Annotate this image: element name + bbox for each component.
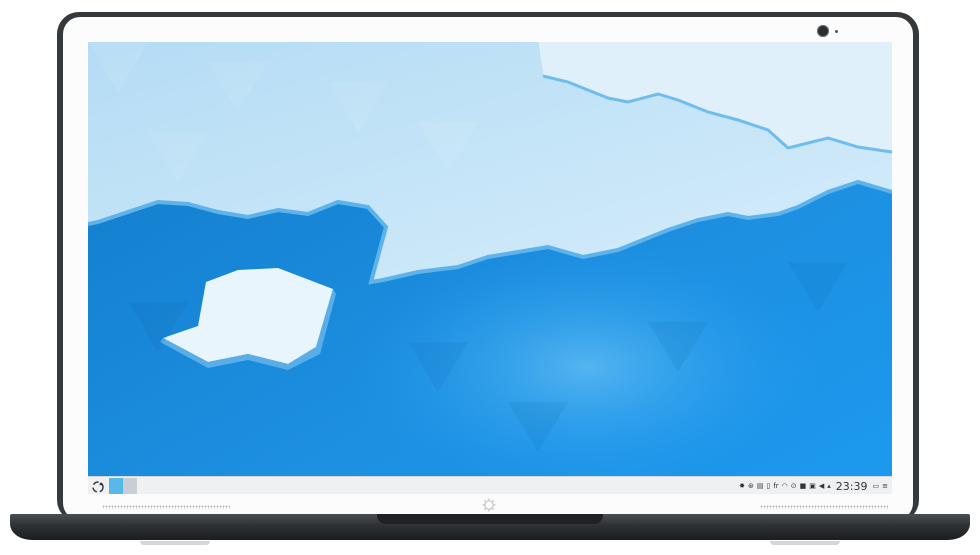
media-player-icon[interactable]: ⊙ bbox=[791, 482, 797, 490]
keyboard-layout-indicator[interactable]: fr bbox=[773, 482, 778, 490]
pager-desktop-2[interactable] bbox=[123, 478, 137, 494]
volume-icon[interactable]: ◀ bbox=[819, 482, 824, 490]
application-launcher-icon[interactable] bbox=[91, 479, 105, 493]
clipboard-icon[interactable]: ⊛ bbox=[748, 482, 754, 490]
laptop-hinge-notch bbox=[377, 514, 603, 524]
taskbar: ✸ ⊛ ▤ ▯ fr ◠ ⊙ ■ ▣ ◀ ▴ 23:39 ▭ ≡ bbox=[88, 476, 892, 494]
usb-icon[interactable]: ▤ bbox=[757, 482, 764, 490]
webcam-led bbox=[835, 30, 838, 33]
laptop-foot-left bbox=[140, 541, 210, 545]
expand-tray-icon[interactable]: ▴ bbox=[827, 482, 831, 490]
display-icon[interactable]: ■ bbox=[800, 482, 807, 490]
virtual-desktop-pager[interactable] bbox=[109, 478, 137, 494]
vault-icon[interactable]: ▣ bbox=[809, 482, 816, 490]
webcam-icon bbox=[817, 25, 829, 37]
screen: ✸ ⊛ ▤ ▯ fr ◠ ⊙ ■ ▣ ◀ ▴ 23:39 ▭ ≡ bbox=[88, 42, 892, 494]
show-desktop-icon[interactable]: ▭ bbox=[873, 482, 880, 490]
wifi-icon[interactable]: ◠ bbox=[782, 482, 788, 490]
desktop-wallpaper[interactable] bbox=[88, 42, 892, 476]
speaker-grille-right bbox=[760, 505, 888, 509]
system-tray: ✸ ⊛ ▤ ▯ fr ◠ ⊙ ■ ▣ ◀ ▴ 23:39 ▭ ≡ bbox=[739, 480, 892, 493]
pager-desktop-1[interactable] bbox=[109, 478, 123, 494]
gear-icon bbox=[482, 498, 496, 512]
speaker-grille-left bbox=[102, 505, 230, 509]
notifications-icon[interactable]: ✸ bbox=[739, 482, 745, 490]
laptop-foot-right bbox=[770, 541, 840, 545]
battery-icon[interactable]: ▯ bbox=[766, 482, 770, 490]
digital-clock[interactable]: 23:39 bbox=[836, 480, 868, 493]
panel-settings-icon[interactable]: ≡ bbox=[882, 482, 888, 490]
